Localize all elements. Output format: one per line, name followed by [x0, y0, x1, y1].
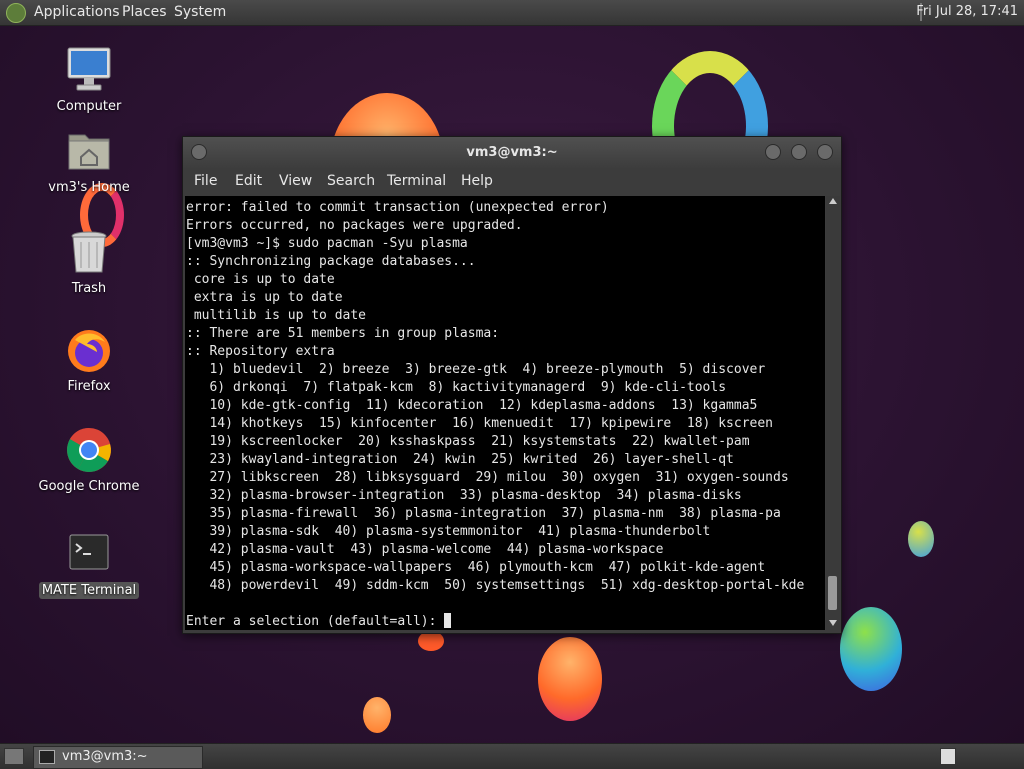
wallpaper-blob [363, 697, 391, 733]
menu-file[interactable]: File [194, 173, 217, 189]
workspace-switcher[interactable] [940, 748, 956, 765]
scrollbar-thumb[interactable] [828, 576, 837, 610]
terminal-window[interactable]: vm3@vm3:~ File Edit View Search Terminal… [182, 136, 842, 634]
bottom-panel: vm3@vm3:~ [0, 743, 1024, 769]
wallpaper-blob [840, 607, 902, 691]
applications-menu[interactable]: Applications [34, 4, 120, 20]
terminal-text: error: failed to commit transaction (une… [185, 196, 825, 630]
desktop-icon-home[interactable]: vm3's Home [34, 127, 144, 196]
trash-icon [65, 228, 113, 276]
terminal-line: 48) powerdevil 49) sddm-kcm 50) systemse… [186, 578, 805, 593]
menu-view[interactable]: View [279, 173, 312, 189]
desktop-icon-label: Computer [56, 99, 122, 114]
desktop-icon-label: MATE Terminal [38, 582, 140, 599]
terminal-line: :: Synchronizing package databases... [186, 254, 476, 269]
terminal-line: 45) plasma-workspace-wallpapers 46) plym… [186, 560, 766, 575]
terminal-icon [65, 530, 113, 578]
menu-help[interactable]: Help [461, 173, 493, 189]
desktop-icon-label: Firefox [67, 379, 111, 394]
terminal-line: multilib is up to date [186, 308, 367, 323]
wallpaper-blob [538, 637, 602, 721]
terminal-line: Enter a selection (default=all): [186, 614, 445, 629]
home-folder-icon [65, 127, 113, 175]
show-desktop-icon[interactable] [4, 748, 24, 765]
desktop-icon-trash[interactable]: Trash [34, 228, 144, 297]
system-menu[interactable]: System [174, 4, 226, 20]
terminal-line: 1) bluedevil 2) breeze 3) breeze-gtk 4) … [186, 362, 766, 377]
terminal-line: :: There are 51 members in group plasma: [186, 326, 500, 341]
window-title: vm3@vm3:~ [466, 145, 558, 160]
menu-terminal[interactable]: Terminal [387, 173, 446, 189]
firefox-icon [65, 326, 113, 374]
wallpaper-blob [418, 631, 444, 651]
terminal-line: :: Repository extra [186, 344, 335, 359]
terminal-line: extra is up to date [186, 290, 343, 305]
terminal-line: 6) drkonqi 7) flatpak-kcm 8) kactivityma… [186, 380, 727, 395]
terminal-cursor [444, 613, 452, 628]
panel-clock[interactable]: Fri Jul 28, 17:41 [916, 4, 1018, 19]
places-menu[interactable]: Places [122, 4, 167, 20]
close-icon[interactable] [817, 144, 833, 160]
taskbar-item-terminal[interactable]: vm3@vm3:~ [33, 746, 203, 769]
terminal-scrollbar[interactable] [826, 196, 840, 630]
terminal-menubar: File Edit View Search Terminal Help [183, 169, 841, 195]
terminal-output[interactable]: error: failed to commit transaction (une… [185, 196, 825, 630]
mate-logo-icon[interactable] [6, 3, 26, 23]
desktop-icon-chrome[interactable]: Google Chrome [34, 426, 144, 495]
top-panel: Applications Places System Fri Jul 28, 1… [0, 0, 1024, 26]
terminal-line: core is up to date [186, 272, 335, 287]
minimize-icon[interactable] [765, 144, 781, 160]
chrome-icon [65, 426, 113, 474]
terminal-line: error: failed to commit transaction (une… [186, 200, 609, 215]
terminal-line: 32) plasma-browser-integration 33) plasm… [186, 488, 742, 503]
taskbar-item-label: vm3@vm3:~ [62, 749, 148, 764]
menu-search[interactable]: Search [327, 173, 375, 189]
terminal-line: 39) plasma-sdk 40) plasma-systemmonitor … [186, 524, 711, 539]
computer-icon [65, 46, 113, 94]
desktop-icon-label: Trash [71, 281, 107, 296]
window-titlebar[interactable]: vm3@vm3:~ [183, 137, 841, 169]
terminal-icon [39, 750, 55, 764]
terminal-line: 35) plasma-firewall 36) plasma-integrati… [186, 506, 781, 521]
menu-edit[interactable]: Edit [235, 173, 262, 189]
terminal-line: [vm3@vm3 ~]$ sudo pacman -Syu plasma [186, 236, 468, 251]
desktop-icon-label: vm3's Home [48, 180, 130, 195]
terminal-line: 14) khotkeys 15) kinfocenter 16) kmenued… [186, 416, 773, 431]
terminal-line: Errors occurred, no packages were upgrad… [186, 218, 523, 233]
window-menu-icon[interactable] [191, 144, 207, 160]
terminal-line: 10) kde-gtk-config 11) kdecoration 12) k… [186, 398, 758, 413]
terminal-line: 23) kwayland-integration 24) kwin 25) kw… [186, 452, 734, 467]
desktop-icon-label: Google Chrome [38, 479, 140, 494]
scroll-down-icon[interactable] [829, 620, 837, 626]
terminal-line: 27) libkscreen 28) libksysguard 29) milo… [186, 470, 789, 485]
desktop-icon-computer[interactable]: Computer [34, 46, 144, 115]
terminal-line: 19) kscreenlocker 20) ksshaskpass 21) ks… [186, 434, 750, 449]
desktop-icon-terminal[interactable]: MATE Terminal [34, 530, 144, 599]
terminal-line: 42) plasma-vault 43) plasma-welcome 44) … [186, 542, 664, 557]
desktop-icon-firefox[interactable]: Firefox [34, 326, 144, 395]
wallpaper-blob [908, 521, 934, 557]
scroll-up-icon[interactable] [829, 198, 837, 204]
maximize-icon[interactable] [791, 144, 807, 160]
